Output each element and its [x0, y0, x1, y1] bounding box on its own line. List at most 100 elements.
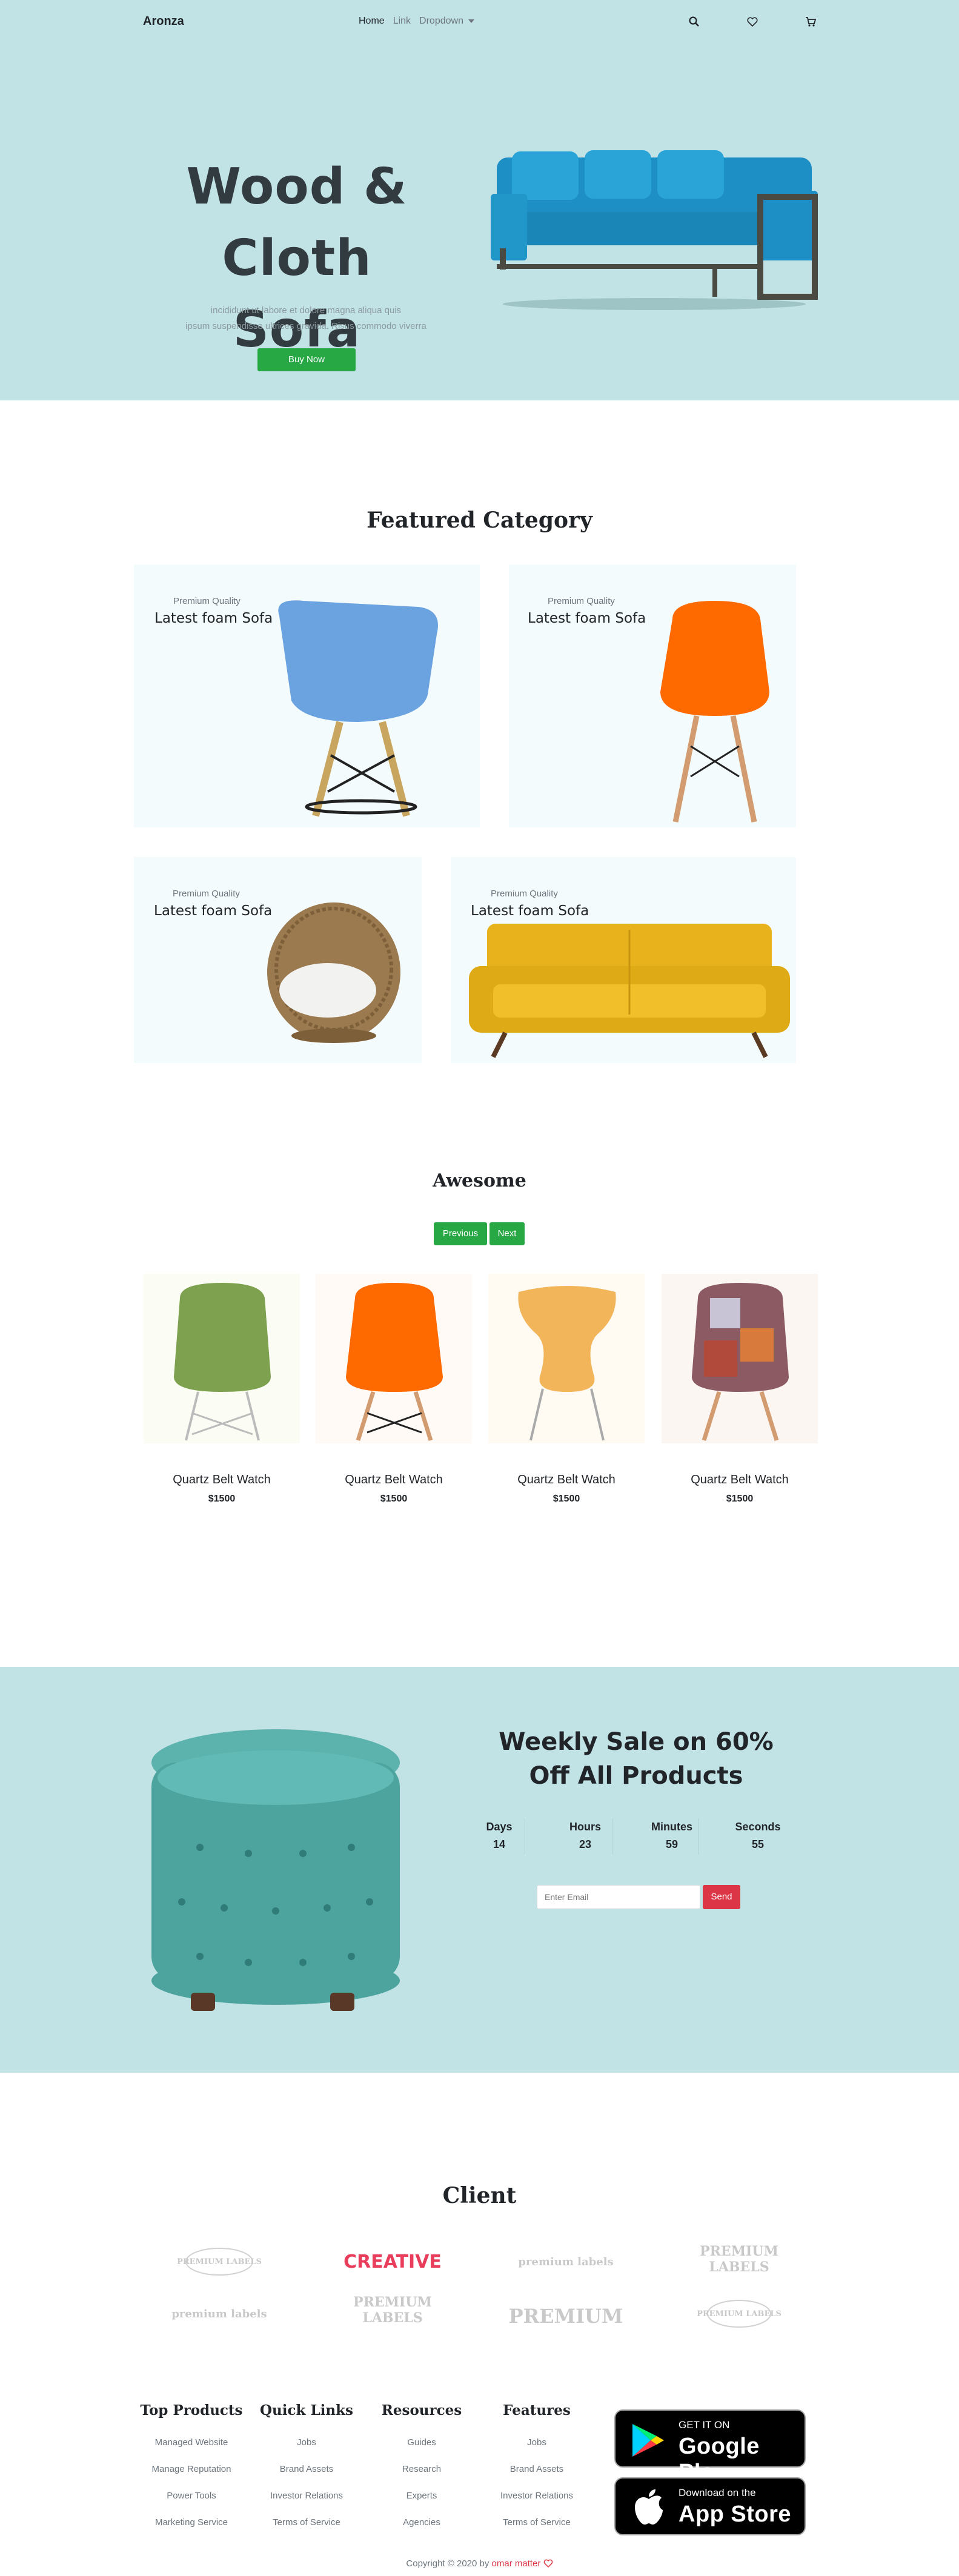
product-card[interactable]	[662, 1274, 818, 1443]
footer-link[interactable]: Managed Website	[131, 2434, 252, 2461]
countdown-label: Hours	[569, 1821, 601, 1833]
app-store-caption: Download on the	[679, 2487, 756, 2498]
category-card-tag: Premium Quality	[173, 889, 240, 899]
weekly-sale-section	[0, 1667, 959, 2073]
client-logo-text: PREMIUM	[508, 2305, 623, 2328]
footer-link[interactable]: Brand Assets	[476, 2461, 597, 2488]
footer-link[interactable]: Investor Relations	[476, 2488, 597, 2514]
client-logo-text: premium labels	[518, 2255, 614, 2268]
chevron-down-icon	[468, 19, 474, 23]
nav-dropdown[interactable]: Dropdown	[419, 16, 474, 27]
countdown-value: 23	[579, 1838, 592, 1850]
countdown-value: 55	[751, 1838, 765, 1850]
footer-link[interactable]: Guides	[361, 2434, 482, 2461]
app-store-button[interactable]: Download on the App Store	[614, 2477, 806, 2535]
client-logo: CREATIVE	[332, 2237, 453, 2286]
category-card-tag: Premium Quality	[548, 596, 615, 606]
ottoman-image	[151, 1729, 400, 2011]
apple-icon	[635, 2489, 663, 2525]
product-price: $1500	[208, 1494, 236, 1504]
category-card-title: Latest foam Sofa	[154, 903, 273, 919]
sale-title: Weekly Sale on 60% Off All Products	[497, 1725, 775, 1793]
orange-chair-image	[346, 1283, 443, 1442]
footer-link[interactable]: Manage Reputation	[131, 2461, 252, 2488]
previous-button[interactable]: Previous	[434, 1222, 487, 1245]
nav-link-home[interactable]: Home	[359, 16, 385, 27]
footer-heading: Features	[503, 2402, 571, 2419]
client-logo-text: premium labels	[171, 2307, 267, 2320]
footer-heading: Resources	[381, 2402, 462, 2419]
cart-icon[interactable]	[805, 16, 817, 28]
category-card-title: Latest foam Sofa	[528, 611, 646, 626]
product-name[interactable]: Quartz Belt Watch	[662, 1473, 818, 1487]
footer-column-features: Features Jobs Brand Assets Investor Rela…	[476, 2402, 597, 2541]
product-card[interactable]	[316, 1274, 472, 1443]
category-card[interactable]: Premium Quality Latest foam Sofa	[509, 565, 796, 827]
footer-link[interactable]: Investor Relations	[246, 2488, 367, 2514]
google-play-caption: GET IT ON	[679, 2419, 730, 2431]
product-price: $1500	[553, 1494, 580, 1504]
hero-subtitle-line2: ipsum suspendisse ultrices gravida. Risu…	[185, 321, 426, 331]
client-logo-text: CREATIVE	[343, 2251, 442, 2273]
buy-now-button[interactable]: Buy Now	[257, 348, 356, 371]
hero-subtitle: incididunt ut labore et dolore magna ali…	[170, 303, 442, 334]
heart-icon[interactable]	[746, 16, 758, 28]
footer-link[interactable]: Experts	[361, 2488, 482, 2514]
category-card-title: Latest foam Sofa	[471, 903, 589, 919]
footer-link[interactable]: Power Tools	[131, 2488, 252, 2514]
category-card[interactable]: Premium Quality Latest foam Sofa	[134, 565, 480, 827]
nav-dropdown-label: Dropdown	[419, 16, 463, 26]
patchwork-chair-image	[692, 1283, 789, 1442]
footer-link[interactable]: Research	[361, 2461, 482, 2488]
hero-sofa-image	[491, 150, 818, 310]
footer-link[interactable]: Agencies	[361, 2514, 482, 2541]
nav-link-link[interactable]: Link	[393, 16, 411, 27]
sale-title-line1: Weekly Sale on 60%	[499, 1728, 774, 1756]
client-logo: PREMIUM LABELS	[679, 2290, 800, 2338]
countdown-value: 59	[665, 1838, 679, 1850]
next-button[interactable]: Next	[489, 1222, 525, 1245]
client-logo-text: PREMIUM LABELS	[177, 2257, 262, 2266]
google-play-button[interactable]: GET IT ON Google Play	[614, 2409, 806, 2485]
footer-column-quick-links: Quick Links Jobs Brand Assets Investor R…	[246, 2402, 367, 2541]
footer-link[interactable]: Jobs	[246, 2434, 367, 2461]
main-nav: Home Link Dropdown	[359, 16, 474, 27]
product-name[interactable]: Quartz Belt Watch	[144, 1473, 300, 1487]
product-card[interactable]	[144, 1274, 300, 1443]
countdown-value: 14	[493, 1838, 506, 1850]
client-logo: premium labels	[159, 2290, 280, 2338]
footer-link[interactable]: Jobs	[476, 2434, 597, 2461]
footer-link[interactable]: Terms of Service	[246, 2514, 367, 2541]
hero-subtitle-line1: incididunt ut labore et dolore magna ali…	[210, 305, 402, 316]
category-card[interactable]: Premium Quality Latest foam Sofa	[134, 857, 422, 1063]
product-name[interactable]: Quartz Belt Watch	[316, 1473, 472, 1487]
countdown-days: Days 14	[457, 1821, 542, 1851]
product-price: $1500	[380, 1494, 408, 1504]
footer-link[interactable]: Brand Assets	[246, 2461, 367, 2488]
copyright: Copyright © 2020 by omar matter	[0, 2558, 959, 2569]
email-input[interactable]	[537, 1885, 700, 1909]
product-card[interactable]	[488, 1274, 645, 1443]
copyright-author-link[interactable]: omar matter	[492, 2558, 541, 2569]
footer-link[interactable]: Marketing Service	[131, 2514, 252, 2541]
category-card[interactable]: Premium Quality Latest foam Sofa	[451, 857, 796, 1063]
brand-logo[interactable]: Aronza	[143, 15, 184, 28]
client-logo-text: PREMIUM LABELS	[353, 2294, 432, 2326]
footer-heading: Top Products	[140, 2402, 243, 2419]
send-button[interactable]: Send	[703, 1885, 740, 1909]
countdown-minutes: Minutes 59	[629, 1821, 714, 1851]
heart-icon	[543, 2559, 553, 2568]
search-icon[interactable]	[688, 16, 700, 28]
product-price: $1500	[726, 1494, 754, 1504]
client-logo-text: PREMIUM LABELS	[697, 2309, 781, 2319]
google-play-icon	[632, 2424, 664, 2457]
client-logo-text: PREMIUM LABELS	[700, 2243, 778, 2275]
product-name[interactable]: Quartz Belt Watch	[488, 1473, 645, 1487]
footer-link[interactable]: Terms of Service	[476, 2514, 597, 2541]
footer-column-resources: Resources Guides Research Experts Agenci…	[361, 2402, 482, 2541]
client-title: Client	[442, 2183, 517, 2208]
sale-title-line2: Off All Products	[529, 1762, 743, 1790]
category-card-title: Latest foam Sofa	[154, 611, 273, 626]
orange-chair-image	[660, 601, 769, 823]
countdown-label: Days	[486, 1821, 513, 1833]
